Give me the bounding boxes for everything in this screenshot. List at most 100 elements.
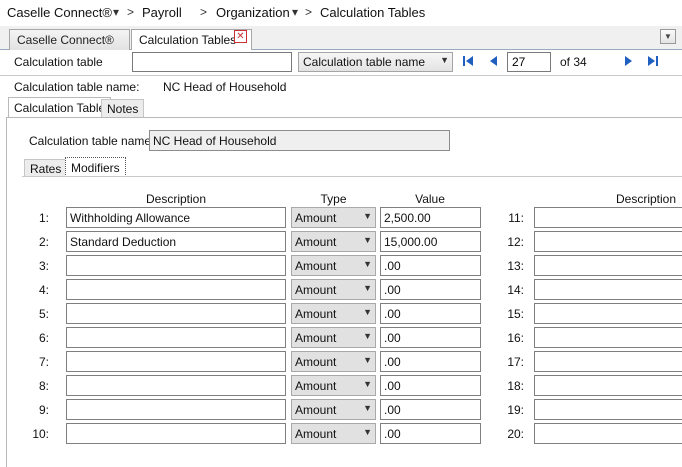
value-input[interactable]: .00 [380,351,481,372]
type-value: Amount [295,403,337,417]
description-input[interactable] [66,255,286,276]
type-select[interactable]: Amount ▼ [291,279,376,300]
row-number: 7: [38,355,49,369]
divider [22,176,682,177]
search-by-value: Calculation table name [303,55,426,69]
value-input[interactable]: 15,000.00 [380,231,481,252]
tab-label: Calculation Tables [139,33,237,47]
type-select[interactable]: Amount ▼ [291,375,376,396]
type-select[interactable]: Amount ▼ [291,303,376,324]
calc-table-name-field[interactable]: NC Head of Household [149,130,450,151]
column-header-description: Description [145,192,207,206]
value-input[interactable]: .00 [380,423,481,444]
description-input[interactable] [66,399,286,420]
row-number: 14: [507,283,524,297]
value-input[interactable]: .00 [380,279,481,300]
next-record-icon[interactable] [620,54,636,70]
description-input[interactable] [534,303,682,324]
tab-calculation-table[interactable]: Calculation Table [8,97,112,117]
breadcrumb: Caselle Connect® ▾ > Payroll > Organizat… [0,0,682,26]
type-select[interactable]: Amount ▼ [291,327,376,348]
type-value: Amount [295,235,337,249]
calc-table-label: Calculation table [14,55,103,69]
type-select[interactable]: Amount ▼ [291,255,376,276]
chevron-down-icon: ▼ [363,211,372,221]
form-name-label: Calculation table name: [29,134,155,148]
column-header-type: Type [320,192,347,206]
last-record-icon[interactable] [645,54,661,70]
breadcrumb-payroll[interactable]: Payroll [142,5,182,20]
value-input[interactable]: .00 [380,303,481,324]
value-input[interactable]: .00 [380,375,481,396]
divider [0,75,682,76]
description-input[interactable] [66,423,286,444]
row-number: 16: [507,331,524,345]
close-icon[interactable]: ✕ [234,30,247,43]
tab-modifiers[interactable]: Modifiers [65,157,126,177]
row-number: 8: [38,379,49,393]
breadcrumb-separator: > [305,5,313,19]
breadcrumb-separator: > [127,5,135,19]
record-total: of 34 [560,55,587,69]
description-input[interactable] [534,207,682,228]
description-input[interactable] [66,303,286,324]
document-tab-strip: Caselle Connect® Calculation Tables ✕ ▼ [0,26,682,51]
calc-table-search-input[interactable] [132,52,292,72]
type-select[interactable]: Amount ▼ [291,423,376,444]
description-input[interactable] [534,423,682,444]
type-value: Amount [295,283,337,297]
description-input[interactable] [534,327,682,348]
description-input[interactable] [66,327,286,348]
chevron-down-icon: ▼ [363,307,372,317]
type-select[interactable]: Amount ▼ [291,207,376,228]
breadcrumb-organization[interactable]: Organization [216,5,290,20]
breadcrumb-caselle-connect[interactable]: Caselle Connect® [7,5,112,20]
type-select[interactable]: Amount ▼ [291,231,376,252]
chevron-down-icon[interactable]: ▾ [113,5,119,19]
value-input[interactable]: .00 [380,399,481,420]
description-input[interactable] [534,255,682,276]
row-number: 1: [38,211,49,225]
description-input[interactable] [534,399,682,420]
value-input[interactable]: .00 [380,255,481,276]
value-input[interactable]: .00 [380,327,481,348]
record-number-input[interactable] [507,52,551,72]
description-input[interactable] [534,375,682,396]
record-toolbar: Calculation table Calculation table name… [0,50,682,76]
chevron-down-icon: ▼ [363,379,372,389]
search-by-select[interactable]: Calculation table name ▼ [298,52,453,72]
type-value: Amount [295,259,337,273]
chevron-down-icon: ▼ [440,55,449,65]
chevron-down-icon: ▼ [363,235,372,245]
description-input[interactable]: Withholding Allowance [66,207,286,228]
type-select[interactable]: Amount ▼ [291,351,376,372]
value-input[interactable]: 2,500.00 [380,207,481,228]
description-input[interactable] [534,231,682,252]
row-number: 13: [507,259,524,273]
chevron-down-icon[interactable]: ▾ [292,5,298,19]
previous-record-icon[interactable] [486,54,502,70]
column-header-description-right: Description [616,192,677,206]
row-number: 20: [507,427,524,441]
description-input[interactable] [66,279,286,300]
description-input[interactable] [534,351,682,372]
tab-notes[interactable]: Notes [101,99,145,117]
description-input[interactable] [66,375,286,396]
row-number: 6: [38,331,49,345]
description-input[interactable]: Standard Deduction [66,231,286,252]
calc-table-name-value: NC Head of Household [163,80,287,94]
breadcrumb-calculation-tables: Calculation Tables [320,5,426,20]
first-record-icon[interactable] [460,54,476,70]
type-select[interactable]: Amount ▼ [291,399,376,420]
chevron-down-icon: ▼ [363,331,372,341]
tab-rates[interactable]: Rates [24,159,68,177]
type-value: Amount [295,379,337,393]
type-value: Amount [295,211,337,225]
row-number: 18: [507,379,524,393]
chevron-down-icon: ▼ [363,403,372,413]
description-input[interactable] [534,279,682,300]
description-input[interactable] [66,351,286,372]
chevron-down-icon[interactable]: ▼ [660,29,676,44]
tab-caselle-connect[interactable]: Caselle Connect® [9,29,130,50]
breadcrumb-separator: > [200,5,208,19]
